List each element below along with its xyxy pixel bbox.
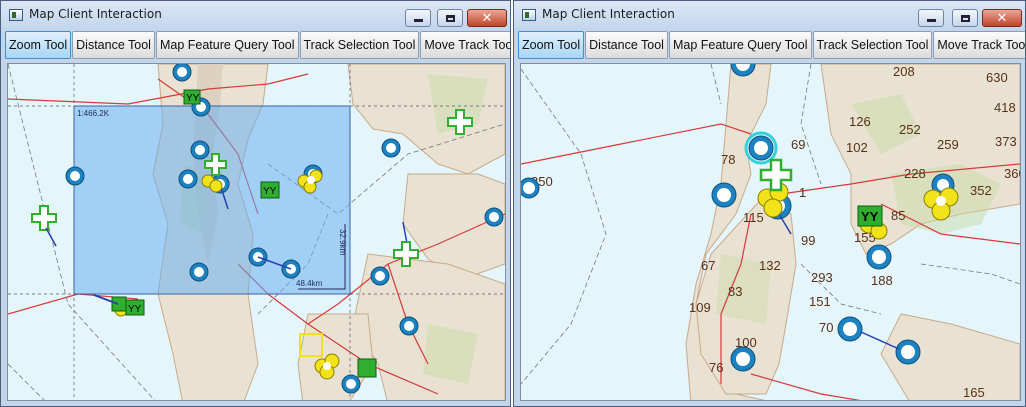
svg-text:208: 208	[893, 64, 915, 79]
svg-text:151: 151	[809, 294, 831, 309]
track-square-icon[interactable]: YY	[260, 181, 280, 199]
svg-text:83: 83	[728, 284, 742, 299]
svg-text:418: 418	[994, 100, 1016, 115]
svg-text:99: 99	[801, 233, 815, 248]
svg-text:76: 76	[709, 360, 723, 375]
svg-text:67: 67	[701, 258, 715, 273]
svg-text:78: 78	[721, 152, 735, 167]
title-bar[interactable]: Map Client Interaction ✕	[1, 1, 510, 31]
track-square-icon[interactable]: YY	[125, 299, 145, 316]
map-canvas[interactable]: 208 630 418 126 252 373 259 102 78 69 22…	[520, 63, 1021, 401]
svg-text:132: 132	[759, 258, 781, 273]
vessel-icon[interactable]	[837, 316, 863, 342]
svg-text:YY: YY	[128, 304, 142, 315]
vessel-icon[interactable]	[484, 207, 504, 227]
track-square-icon[interactable]: YY	[183, 89, 201, 105]
move-track-tool-button[interactable]: Move Track Tool	[420, 31, 510, 59]
maximize-icon	[438, 10, 462, 26]
map-layer: 1:466.2K 32.9km 48.4km YY YY YY	[8, 64, 505, 400]
window-left: Map Client Interaction ✕ Zoom Tool Dista…	[0, 0, 511, 407]
vessel-icon[interactable]	[711, 182, 737, 208]
close-button[interactable]: ✕	[982, 9, 1022, 27]
svg-text:YY: YY	[263, 186, 277, 197]
vessel-icon[interactable]	[895, 339, 921, 365]
vessel-icon[interactable]	[399, 316, 419, 336]
minimize-icon	[919, 10, 943, 26]
map-layer: 208 630 418 126 252 373 259 102 78 69 22…	[521, 64, 1020, 400]
svg-text:69: 69	[791, 137, 805, 152]
svg-text:228: 228	[904, 166, 926, 181]
svg-text:252: 252	[899, 122, 921, 137]
svg-text:188: 188	[871, 273, 893, 288]
window-right: Map Client Interaction ✕ Zoom Tool Dista…	[513, 0, 1026, 407]
zoom-scale-label: 1:466.2K	[77, 109, 110, 118]
svg-text:360: 360	[1004, 166, 1020, 181]
window-title: Map Client Interaction	[29, 7, 162, 21]
track-selection-tool-button[interactable]: Track Selection Tool	[812, 31, 933, 59]
vessel-icon[interactable]	[381, 138, 401, 158]
minimize-button[interactable]	[918, 9, 944, 27]
svg-text:630: 630	[986, 70, 1008, 85]
vessel-icon[interactable]	[370, 266, 390, 286]
map-feature-query-tool-button[interactable]: Map Feature Query Tool	[668, 31, 812, 59]
app-icon	[522, 9, 536, 21]
vessel-icon[interactable]	[730, 346, 756, 372]
vessel-icon[interactable]	[866, 244, 892, 270]
svg-text:352: 352	[970, 183, 992, 198]
map-feature-query-tool-button[interactable]: Map Feature Query Tool	[155, 31, 299, 59]
svg-text:373: 373	[995, 134, 1017, 149]
svg-text:102: 102	[846, 140, 868, 155]
zoom-height-label: 32.9km	[338, 229, 347, 256]
svg-text:126: 126	[849, 114, 871, 129]
app-icon	[9, 9, 23, 21]
svg-text:85: 85	[891, 208, 905, 223]
svg-text:165: 165	[963, 385, 985, 400]
svg-text:115: 115	[743, 210, 764, 225]
svg-text:1: 1	[799, 185, 806, 200]
vessel-icon[interactable]	[189, 262, 209, 282]
window-title: Map Client Interaction	[542, 7, 675, 21]
maximize-button[interactable]	[437, 9, 463, 27]
vessel-icon[interactable]	[178, 169, 198, 189]
track-square-icon[interactable]: YY	[857, 205, 883, 227]
distance-tool-button[interactable]: Distance Tool	[72, 31, 155, 59]
zoom-tool-button[interactable]: Zoom Tool	[5, 31, 72, 59]
toolbar: Zoom Tool Distance Tool Map Feature Quer…	[518, 31, 1025, 61]
svg-text:109: 109	[689, 300, 711, 315]
minimize-button[interactable]	[405, 9, 431, 27]
svg-text:293: 293	[811, 270, 833, 285]
toolbar: Zoom Tool Distance Tool Map Feature Quer…	[5, 31, 510, 61]
vessel-icon[interactable]	[65, 166, 85, 186]
minimize-icon	[406, 10, 430, 26]
close-icon: ✕	[481, 10, 493, 26]
cross-icon[interactable]	[31, 205, 57, 231]
move-track-tool-button[interactable]: Move Track Tool	[933, 31, 1025, 59]
maximize-button[interactable]	[952, 9, 978, 27]
zoom-width-label: 48.4km	[296, 279, 323, 288]
vessel-icon[interactable]	[744, 131, 778, 165]
vessel-icon[interactable]	[341, 374, 361, 394]
map-canvas[interactable]: 1:466.2K 32.9km 48.4km YY YY YY	[7, 63, 506, 401]
track-selection-tool-button[interactable]: Track Selection Tool	[299, 31, 420, 59]
title-bar[interactable]: Map Client Interaction ✕	[514, 1, 1025, 31]
cross-icon[interactable]	[759, 158, 793, 192]
vessel-icon[interactable]	[172, 64, 192, 82]
close-button[interactable]: ✕	[467, 9, 507, 27]
distance-tool-button[interactable]: Distance Tool	[585, 31, 668, 59]
svg-text:YY: YY	[861, 209, 879, 224]
svg-text:70: 70	[819, 320, 833, 335]
close-icon: ✕	[996, 10, 1008, 26]
svg-text:YY: YY	[186, 93, 200, 104]
vessel-icon[interactable]	[521, 177, 540, 199]
vessel-icon[interactable]	[190, 140, 210, 160]
zoom-tool-button[interactable]: Zoom Tool	[518, 31, 585, 59]
maximize-icon	[953, 10, 977, 26]
svg-text:259: 259	[937, 137, 959, 152]
